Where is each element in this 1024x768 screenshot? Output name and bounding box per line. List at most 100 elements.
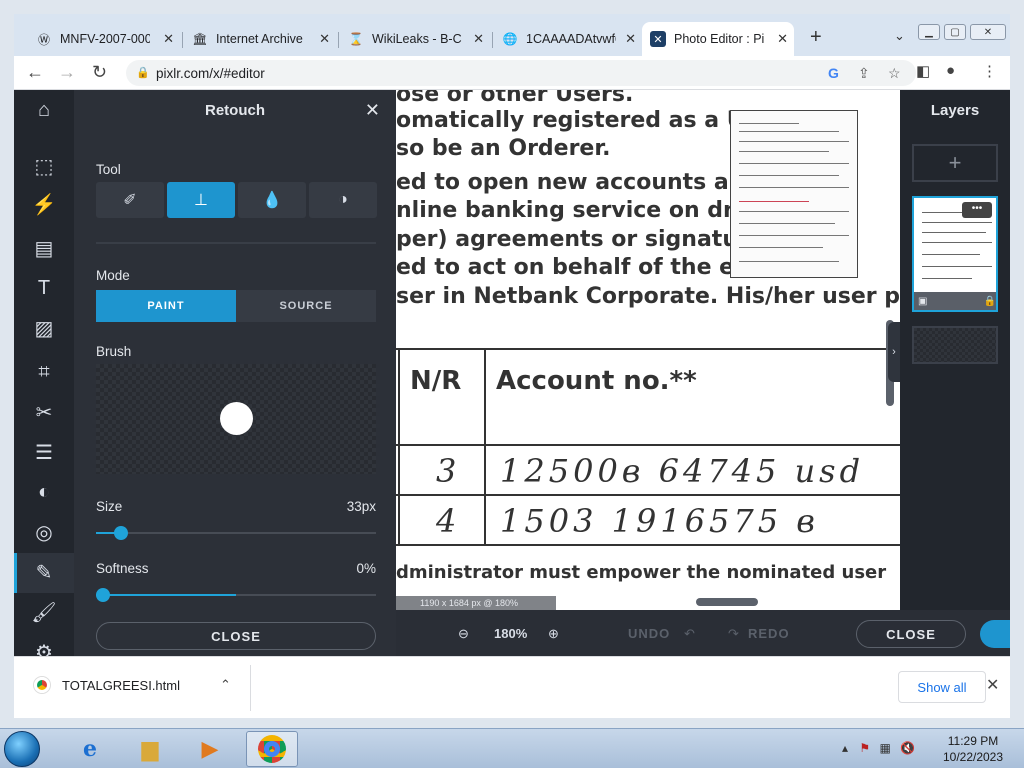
liquify-swirl-icon[interactable]: ◎ [30, 518, 58, 546]
cutout-scissors-icon[interactable]: ✂ [30, 398, 58, 426]
layer-thumbnail-empty[interactable] [912, 326, 998, 364]
brush-preview [96, 364, 376, 474]
blur-drop-button[interactable]: 💧 [238, 182, 306, 218]
clone-stamp-button[interactable]: ⊥ [167, 182, 235, 218]
tab-internet-archive[interactable]: 🏛 Internet Archive ✕ [184, 22, 336, 56]
zoom-in-icon[interactable]: ⊕ [548, 626, 559, 642]
quick-fix-icon[interactable]: ⚡ [30, 190, 58, 218]
softness-slider[interactable] [96, 588, 376, 602]
redo-icon: ↷ [728, 626, 739, 641]
tab-photo-editor[interactable]: ✕ Photo Editor : Pix ✕ [642, 22, 794, 56]
tab-mnfv[interactable]: Ⓦ MNFV-2007-000 ✕ [28, 22, 180, 56]
profile-avatar-icon[interactable]: ● [946, 62, 955, 79]
tab-separator [182, 32, 183, 48]
address-bar[interactable]: 🔒 pixlr.com/x/#editor G ⇪ ☆ [126, 60, 916, 86]
show-hidden-icons-icon[interactable]: ▴ [842, 741, 848, 755]
show-all-button[interactable]: Show all [898, 671, 986, 703]
tab-1caaaad[interactable]: 🌐 1CAAAADAtvwf6 ✕ [494, 22, 642, 56]
close-icon[interactable]: ✕ [163, 31, 174, 47]
zoom-level: 180% [494, 626, 528, 641]
dodge-burn-button[interactable]: ◑ [309, 182, 377, 218]
system-tray[interactable]: ▴ ⚑ ▦ 🔇 [842, 741, 915, 755]
share-icon[interactable]: ⇪ [858, 65, 870, 82]
heal-tool-button[interactable]: ✐ [96, 182, 164, 218]
add-layer-button[interactable]: + [912, 144, 998, 182]
back-icon[interactable]: ← [26, 62, 44, 83]
table-border [396, 444, 900, 446]
chevron-up-icon[interactable]: ⌃ [220, 677, 231, 693]
close-icon[interactable]: ✕ [986, 675, 999, 695]
volume-muted-icon[interactable]: 🔇 [900, 741, 915, 755]
archive-icon: 🏛 [192, 32, 208, 46]
half-circle-icon: ◑ [338, 191, 348, 208]
size-slider-thumb[interactable] [114, 526, 128, 540]
filter-icon[interactable]: ◐ [30, 478, 58, 506]
layer-thumbnail[interactable]: ••• ▣ 🔒 [912, 196, 998, 312]
clock[interactable]: 11:29 PM 10/22/2023 [928, 733, 1018, 765]
undo-button[interactable]: UNDO [628, 626, 670, 641]
bookmark-star-icon[interactable]: ☆ [888, 65, 901, 82]
close-icon[interactable]: ✕ [473, 31, 484, 47]
start-button[interactable] [4, 731, 40, 767]
size-slider[interactable] [96, 526, 376, 540]
redo-button[interactable]: REDO [748, 626, 790, 641]
lock-icon[interactable]: 🔒 [136, 66, 150, 79]
horizontal-scrollbar[interactable] [696, 598, 758, 606]
panel-close-button[interactable]: CLOSE [96, 622, 376, 650]
lock-icon[interactable]: 🔒 [984, 296, 996, 307]
close-icon[interactable]: ✕ [365, 100, 380, 121]
pixlr-icon: ✕ [650, 31, 666, 47]
media-player-icon[interactable]: ▶ [184, 731, 236, 767]
zoom-out-icon[interactable]: ⊖ [458, 626, 469, 642]
retouch-bandage-icon[interactable]: ✎ [30, 558, 58, 586]
reload-icon[interactable]: ↻ [92, 62, 107, 83]
image-canvas[interactable]: ose or other Users. omatically registere… [396, 90, 900, 610]
browser-toolbar: ← → ↻ 🔒 pixlr.com/x/#editor G ⇪ ☆ ◧ ● ⋮ [14, 56, 1010, 90]
close-icon[interactable]: ✕ [319, 31, 330, 47]
side-panel-icon[interactable]: ◧ [916, 62, 930, 80]
download-item[interactable]: TOTALGREESI.html [34, 677, 180, 693]
layer-more-button[interactable]: ••• [962, 202, 992, 218]
template-icon[interactable]: ▤ [30, 234, 58, 262]
network-icon[interactable]: ▦ [879, 741, 890, 755]
chrome-taskbar-icon[interactable] [246, 731, 298, 767]
tab-search-chevron-icon[interactable]: ⌄ [894, 28, 905, 44]
menu-kebab-icon[interactable]: ⋮ [982, 62, 997, 80]
close-icon[interactable]: ✕ [777, 31, 788, 47]
google-icon[interactable]: G [828, 65, 839, 81]
home-icon[interactable]: ⌂ [30, 96, 58, 124]
softness-slider-thumb[interactable] [96, 588, 110, 602]
softness-label: Softness [96, 561, 149, 576]
forward-icon[interactable]: → [58, 62, 76, 83]
download-filename: TOTALGREESI.html [62, 677, 180, 693]
close-button[interactable]: CLOSE [856, 620, 966, 648]
internet-explorer-icon[interactable]: e [64, 731, 116, 767]
tab-wikileaks[interactable]: ⌛ WikiLeaks - B-Ca ✕ [340, 22, 490, 56]
save-button[interactable] [980, 620, 1010, 648]
arrange-tool-icon[interactable]: ⬚ [30, 152, 58, 180]
doc-text-line: dministrator must empower the nominated … [396, 562, 887, 583]
file-explorer-icon[interactable]: ▆ [124, 731, 176, 767]
divider [250, 665, 251, 711]
close-icon[interactable]: ✕ [625, 31, 636, 47]
image-icon: ▣ [918, 295, 928, 307]
mode-source-button[interactable]: SOURCE [236, 290, 376, 322]
tab-separator [338, 32, 339, 48]
action-center-flag-icon[interactable]: ⚑ [859, 741, 870, 755]
adjust-sliders-icon[interactable]: ☰ [30, 438, 58, 466]
text-tool-icon[interactable]: T [30, 274, 58, 302]
mode-paint-button[interactable]: PAINT [96, 290, 236, 322]
doc-text-line: ser in Netbank Corporate. His/her user p… [396, 284, 900, 309]
brush-icon[interactable]: 🖌 [30, 598, 58, 626]
crop-icon[interactable]: ⌗ [30, 358, 58, 386]
minimize-icon[interactable]: ▁ [918, 24, 940, 40]
stamp-icon: ⊥ [194, 192, 208, 209]
settings-gear-icon[interactable]: ⚙ [30, 638, 58, 657]
undo-icon: ↶ [684, 626, 695, 641]
maximize-icon[interactable]: ▢ [944, 24, 966, 40]
tab-title: Internet Archive [216, 32, 303, 46]
collapse-chevron-icon[interactable]: › [888, 322, 900, 382]
pattern-icon[interactable]: ▨ [30, 314, 58, 342]
close-window-icon[interactable]: ✕ [970, 24, 1006, 40]
new-tab-icon[interactable]: + [810, 26, 822, 49]
